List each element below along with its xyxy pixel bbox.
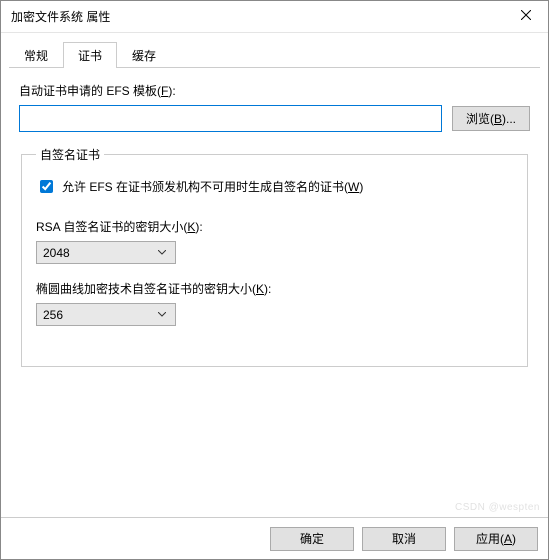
rsa-label: RSA 自签名证书的密钥大小(K):: [36, 218, 513, 235]
tab-certificates[interactable]: 证书: [63, 42, 117, 68]
tab-strip: 常规 证书 缓存: [9, 41, 540, 68]
allow-selfsigned-label[interactable]: 允许 EFS 在证书颁发机构不可用时生成自签名的证书(W): [62, 178, 363, 195]
ecc-keysize-value: 256: [43, 308, 63, 322]
tabs-area: 常规 证书 缓存: [1, 33, 548, 68]
ok-button[interactable]: 确定: [270, 527, 354, 551]
ecc-label: 椭圆曲线加密技术自签名证书的密钥大小(K):: [36, 280, 513, 297]
properties-dialog: 加密文件系统 属性 常规 证书 缓存 自动证书申请的 EFS 模板(F): 浏览…: [0, 0, 549, 560]
tab-cache[interactable]: 缓存: [117, 42, 171, 68]
ecc-block: 椭圆曲线加密技术自签名证书的密钥大小(K): 256: [36, 280, 513, 326]
template-label: 自动证书申请的 EFS 模板(F):: [19, 82, 530, 99]
close-icon: [521, 9, 531, 23]
rsa-block: RSA 自签名证书的密钥大小(K): 2048: [36, 218, 513, 264]
tab-content: 自动证书申请的 EFS 模板(F): 浏览(B)... 自签名证书 允许 EFS…: [1, 68, 548, 517]
efs-template-input[interactable]: [19, 105, 442, 132]
template-row: 浏览(B)...: [19, 105, 530, 132]
chevron-down-icon: [153, 250, 171, 255]
allow-selfsigned-checkbox[interactable]: [40, 180, 53, 193]
rsa-keysize-value: 2048: [43, 246, 70, 260]
ecc-keysize-select[interactable]: 256: [36, 303, 176, 326]
browse-button[interactable]: 浏览(B)...: [452, 106, 530, 131]
allow-selfsigned-row: 允许 EFS 在证书颁发机构不可用时生成自签名的证书(W): [36, 177, 513, 196]
fieldset-legend: 自签名证书: [36, 146, 104, 163]
dialog-footer: 确定 取消 应用(A): [1, 517, 548, 559]
apply-button[interactable]: 应用(A): [454, 527, 538, 551]
tab-general[interactable]: 常规: [9, 42, 63, 68]
cancel-button[interactable]: 取消: [362, 527, 446, 551]
rsa-keysize-select[interactable]: 2048: [36, 241, 176, 264]
chevron-down-icon: [153, 312, 171, 317]
titlebar: 加密文件系统 属性: [1, 1, 548, 33]
close-button[interactable]: [503, 1, 548, 31]
window-title: 加密文件系统 属性: [11, 8, 110, 25]
selfsigned-fieldset: 自签名证书 允许 EFS 在证书颁发机构不可用时生成自签名的证书(W) RSA …: [21, 146, 528, 367]
